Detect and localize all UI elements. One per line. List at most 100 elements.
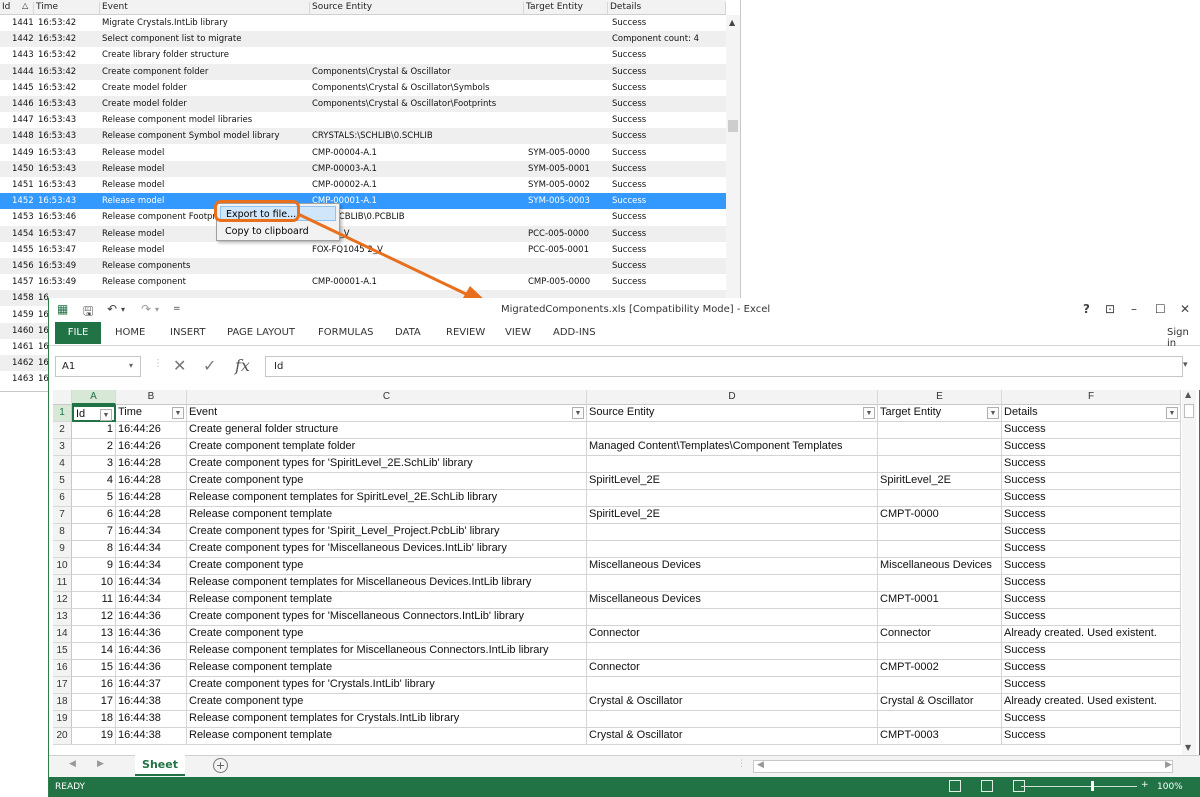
log-row[interactable]: 1441 16:53:42 Migrate Crystals.IntLib libr…: [0, 15, 726, 31]
insert-function-icon[interactable]: fx: [235, 356, 250, 377]
zoom-level[interactable]: 100%: [1157, 782, 1183, 792]
row-header[interactable]: 17: [53, 677, 72, 694]
table-cell[interactable]: 16:44:34: [116, 592, 187, 609]
table-cell[interactable]: 16:44:38: [116, 711, 187, 728]
filter-dropdown-icon[interactable]: ▼: [1166, 407, 1178, 419]
header-cell[interactable]: Target Entity ▼: [878, 405, 1002, 422]
table-cell[interactable]: Release component templates for SpiritLe…: [187, 490, 587, 507]
table-cell[interactable]: 3: [72, 456, 116, 473]
table-cell[interactable]: [587, 456, 878, 473]
table-cell[interactable]: Connector: [878, 626, 1002, 643]
table-cell[interactable]: [878, 456, 1002, 473]
table-cell[interactable]: 18: [72, 711, 116, 728]
customize-qat-icon[interactable]: =: [173, 304, 181, 314]
table-cell[interactable]: 16:44:34: [116, 558, 187, 575]
table-cell[interactable]: Create component types for 'Miscellaneou…: [187, 609, 587, 626]
tab-add-ins[interactable]: ADD-INS: [553, 327, 596, 338]
table-cell[interactable]: Create component type: [187, 558, 587, 575]
table-cell[interactable]: SpiritLevel_2E: [878, 473, 1002, 490]
select-all-corner[interactable]: [53, 390, 72, 405]
table-cell[interactable]: [587, 711, 878, 728]
tab-home[interactable]: HOME: [115, 327, 145, 338]
table-cell[interactable]: Release component template: [187, 507, 587, 524]
zoom-slider[interactable]: [1021, 786, 1137, 787]
row-header[interactable]: 11: [53, 575, 72, 592]
table-cell[interactable]: [878, 541, 1002, 558]
table-cell[interactable]: [587, 609, 878, 626]
row-header[interactable]: 2: [53, 422, 72, 439]
log-col-id[interactable]: Id: [0, 2, 34, 15]
table-cell[interactable]: 16:44:28: [116, 507, 187, 524]
table-cell[interactable]: 4: [72, 473, 116, 490]
table-cell[interactable]: 14: [72, 643, 116, 660]
table-cell[interactable]: Crystal & Oscillator: [587, 694, 878, 711]
header-cell[interactable]: Event ▼: [187, 405, 587, 422]
table-cell[interactable]: Create component template folder: [187, 439, 587, 456]
table-cell[interactable]: CMPT-0003: [878, 728, 1002, 745]
close-icon[interactable]: ✕: [1180, 302, 1190, 316]
table-cell[interactable]: Already created. Used existent.: [1002, 694, 1181, 711]
table-cell[interactable]: Miscellaneous Devices: [587, 558, 878, 575]
table-cell[interactable]: [587, 575, 878, 592]
tab-formulas[interactable]: FORMULAS: [318, 327, 374, 338]
table-cell[interactable]: [878, 422, 1002, 439]
table-cell[interactable]: Success: [1002, 660, 1181, 677]
table-cell[interactable]: Release component templates for Miscella…: [187, 643, 587, 660]
log-row[interactable]: 1447 16:53:43 Release component model libr…: [0, 112, 726, 128]
log-row[interactable]: 1455 16:53:47 Release model FOX-FQ1045 2_V P…: [0, 242, 726, 258]
table-cell[interactable]: Create component types for 'SpiritLevel_…: [187, 456, 587, 473]
log-row[interactable]: 1452 16:53:43 Release model CMP-00001-A.1 SY…: [0, 193, 726, 210]
table-cell[interactable]: Success: [1002, 439, 1181, 456]
log-col-event[interactable]: Event: [100, 2, 310, 15]
row-header[interactable]: 1: [53, 405, 72, 422]
table-cell[interactable]: Connector: [587, 626, 878, 643]
table-cell[interactable]: Success: [1002, 422, 1181, 439]
table-cell[interactable]: Crystal & Oscillator: [878, 694, 1002, 711]
log-row[interactable]: 1457 16:53:49 Release component CMP-00001-A…: [0, 274, 726, 290]
header-cell[interactable]: Details ▼: [1002, 405, 1181, 422]
row-header[interactable]: 6: [53, 490, 72, 507]
tab-review[interactable]: REVIEW: [446, 327, 485, 338]
table-cell[interactable]: Success: [1002, 711, 1181, 728]
log-row[interactable]: 1442 16:53:42 Select component list to mig…: [0, 31, 726, 48]
tab-view[interactable]: VIEW: [505, 327, 531, 338]
table-cell[interactable]: Success: [1002, 609, 1181, 626]
maximize-icon[interactable]: ☐: [1155, 302, 1166, 316]
row-header[interactable]: 16: [53, 660, 72, 677]
ribbon-display-icon[interactable]: ⊡: [1105, 302, 1115, 316]
table-cell[interactable]: [878, 677, 1002, 694]
scroll-right-icon[interactable]: ▶: [1165, 760, 1172, 770]
table-cell[interactable]: [587, 643, 878, 660]
table-cell[interactable]: Create component types for 'Spirit_Level…: [187, 524, 587, 541]
row-header[interactable]: 12: [53, 592, 72, 609]
table-cell[interactable]: 16:44:34: [116, 524, 187, 541]
table-cell[interactable]: CMPT-0001: [878, 592, 1002, 609]
table-cell[interactable]: [878, 609, 1002, 626]
log-row[interactable]: 1448 16:53:43 Release component Symbol mod…: [0, 128, 726, 145]
table-cell[interactable]: 16:44:37: [116, 677, 187, 694]
table-cell[interactable]: Success: [1002, 524, 1181, 541]
minimize-icon[interactable]: –: [1131, 302, 1137, 316]
log-row[interactable]: 1451 16:53:43 Release model CMP-00002-A.1 SY…: [0, 177, 726, 193]
column-header-C[interactable]: C: [187, 390, 587, 405]
row-header[interactable]: 5: [53, 473, 72, 490]
tab-data[interactable]: DATA: [395, 327, 421, 338]
table-cell[interactable]: 16:44:36: [116, 643, 187, 660]
log-col-time[interactable]: Time: [34, 2, 100, 15]
table-cell[interactable]: Success: [1002, 677, 1181, 694]
table-cell[interactable]: Managed Content\Templates\Component Temp…: [587, 439, 878, 456]
table-cell[interactable]: Success: [1002, 728, 1181, 745]
table-cell[interactable]: Success: [1002, 575, 1181, 592]
table-cell[interactable]: 12: [72, 609, 116, 626]
table-cell[interactable]: Release component templates for Miscella…: [187, 575, 587, 592]
new-sheet-icon[interactable]: +: [213, 758, 228, 773]
row-header[interactable]: 15: [53, 643, 72, 660]
name-box-dropdown-icon[interactable]: ▾: [129, 361, 133, 370]
page-layout-view-icon[interactable]: [981, 780, 993, 792]
log-row[interactable]: 1444 16:53:42 Create component folder Compo…: [0, 63, 726, 80]
table-cell[interactable]: Crystal & Oscillator: [587, 728, 878, 745]
copy-to-clipboard-item[interactable]: Copy to clipboard: [225, 224, 309, 239]
table-cell[interactable]: Create component types for 'Crystals.Int…: [187, 677, 587, 694]
row-header[interactable]: 19: [53, 711, 72, 728]
row-header[interactable]: 9: [53, 541, 72, 558]
